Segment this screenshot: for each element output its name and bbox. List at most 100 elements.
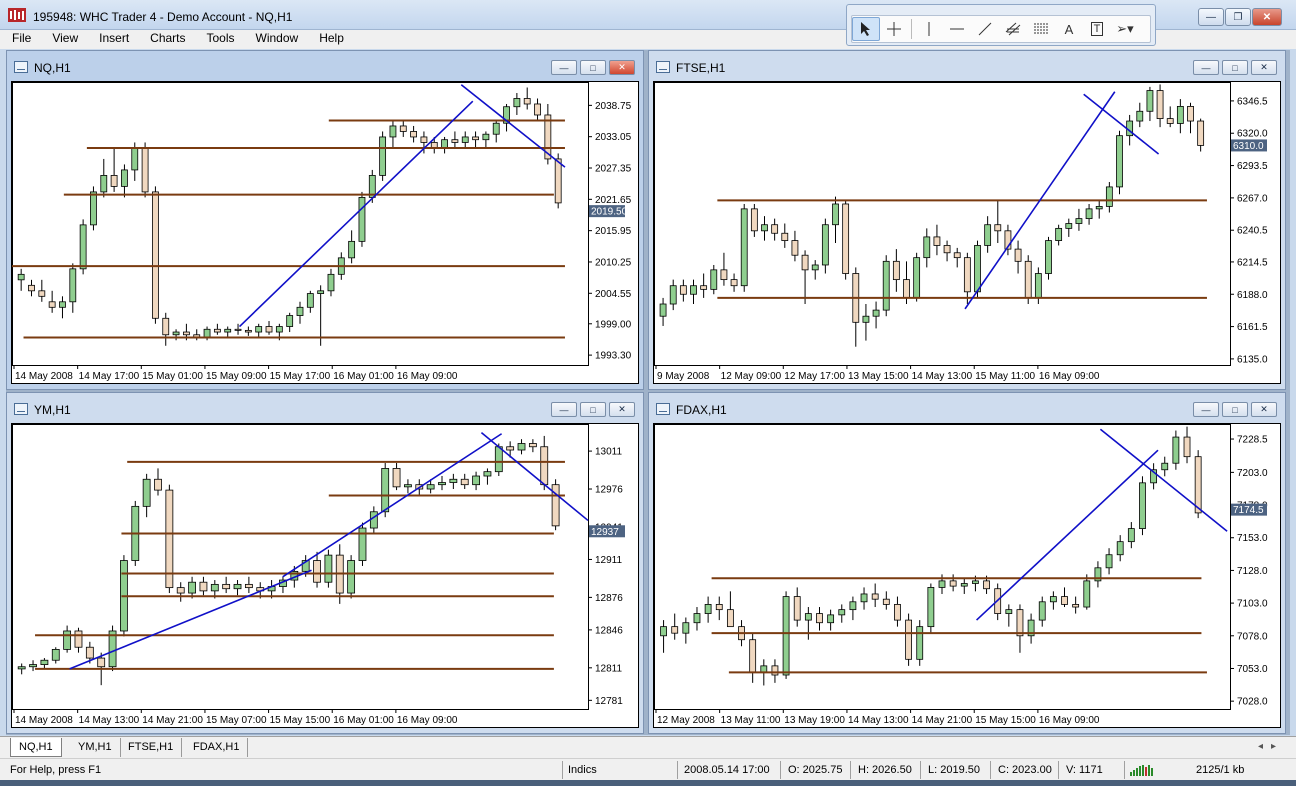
menu-charts[interactable]: Charts — [150, 30, 185, 49]
tab-scroll-arrows[interactable]: ◂▸ — [1258, 741, 1284, 752]
candle — [821, 218, 829, 274]
time-tick-label: 9 May 2008 — [657, 371, 710, 382]
tab-nq-h1[interactable]: NQ,H1 — [10, 738, 62, 757]
menu-help[interactable]: Help — [319, 30, 344, 49]
chart-window-title: NQ,H1 — [34, 61, 71, 75]
chart-window-fdax[interactable]: FDAX,H1—□✕7228.57203.07178.07153.07128.0… — [648, 392, 1286, 734]
candle — [862, 304, 870, 341]
status-divider — [677, 761, 678, 779]
minimize-icon: — — [1201, 404, 1211, 415]
equidistant-channel-tool[interactable] — [999, 17, 1027, 41]
trend-line[interactable] — [1099, 428, 1228, 532]
chart-close-button[interactable]: ✕ — [1251, 402, 1277, 417]
chart-window-titlebar[interactable]: FDAX,H1 — □ ✕ — [649, 393, 1285, 423]
arrows-tool[interactable]: ➢▾ — [1111, 17, 1139, 41]
candle — [1083, 574, 1091, 610]
trend-line[interactable] — [238, 100, 474, 328]
candle — [108, 625, 117, 672]
current-price-label: 7174.5 — [1233, 505, 1264, 516]
menu-insert[interactable]: Insert — [99, 30, 129, 49]
status-bar: For Help, press F1 Indics 2008.05.14 17:… — [0, 758, 1296, 780]
candle — [1146, 86, 1154, 122]
chart-window-controls: — □ ✕ — [551, 60, 635, 75]
text-tool[interactable]: A — [1055, 17, 1083, 41]
menu-view[interactable]: View — [52, 30, 78, 49]
candle — [1161, 456, 1169, 477]
time-tick-label: 16 May 09:00 — [397, 371, 458, 382]
candle — [449, 473, 458, 490]
vertical-line-tool[interactable] — [915, 17, 943, 41]
chart-window-ym[interactable]: YM,H1—□✕13011129761294112911128761284612… — [6, 392, 644, 734]
chart-window-ftse[interactable]: FTSE,H1 — □ ✕ 6346.5 6320.0 6293.5 6267.0 6240.5… — [648, 50, 1286, 390]
candle — [882, 255, 890, 317]
candle — [1061, 587, 1068, 608]
menu-window[interactable]: Window — [256, 30, 299, 49]
time-tick-label: 15 May 07:00 — [206, 715, 267, 726]
chart-window-titlebar[interactable]: YM,H1 — □ ✕ — [7, 393, 643, 423]
chart-tabs: NQ,H1 YM,H1 FTSE,H1 FDAX,H1 ◂▸ — [0, 736, 1296, 758]
cursor-tool[interactable] — [852, 17, 880, 41]
candle — [451, 131, 459, 148]
candle — [1016, 604, 1024, 653]
chart-close-button[interactable]: ✕ — [609, 60, 635, 75]
candle — [994, 200, 1002, 244]
candle — [842, 200, 850, 280]
text-label-tool[interactable]: T — [1083, 17, 1111, 41]
minimize-icon: — — [559, 404, 569, 415]
chart-maximize-button[interactable]: □ — [580, 60, 606, 75]
chart-plot-area[interactable]: 1301112976129411291112876128461281112781… — [11, 423, 639, 728]
chart-window-nq[interactable]: NQ,H1 — □ ✕ 2038.75 2033.05 2027.35 2021.65 2015… — [6, 50, 644, 390]
candle — [74, 627, 83, 653]
candle — [671, 613, 679, 640]
chart-maximize-button[interactable]: □ — [1222, 402, 1248, 417]
status-datetime: 2008.05.14 17:00 — [684, 764, 770, 776]
candle — [69, 263, 77, 313]
tab-fdax-h1[interactable]: FDAX,H1 — [185, 738, 249, 757]
candle — [791, 230, 799, 262]
chart-minimize-button[interactable]: — — [1193, 60, 1219, 75]
chart-plot-area[interactable]: 2038.75 2033.05 2027.35 2021.65 2015.95 2010.… — [11, 81, 639, 384]
chart-minimize-button[interactable]: — — [551, 402, 577, 417]
candle — [358, 191, 366, 247]
chart-window-title: FTSE,H1 — [676, 61, 726, 75]
restore-button[interactable]: ❐ — [1225, 8, 1251, 26]
candle — [193, 329, 201, 341]
horizontal-line-tool[interactable] — [943, 17, 971, 41]
candle — [1136, 102, 1144, 128]
chart-maximize-button[interactable]: □ — [1222, 60, 1248, 75]
chart-close-button[interactable]: ✕ — [609, 402, 635, 417]
chart-maximize-button[interactable]: □ — [580, 402, 606, 417]
candle — [348, 230, 356, 264]
candle — [172, 329, 180, 341]
fibonacci-tool[interactable] — [1027, 17, 1055, 41]
candle — [782, 591, 790, 679]
connection-status-icon[interactable] — [1130, 764, 1156, 776]
chart-plot-area[interactable]: 7228.57203.07178.07153.07128.07103.07078… — [653, 423, 1281, 728]
crosshair-tool[interactable] — [880, 17, 908, 41]
chart-window-titlebar[interactable]: NQ,H1 — □ ✕ — [7, 51, 643, 81]
time-tick-label: 14 May 21:00 — [912, 715, 973, 726]
tab-ym-h1[interactable]: YM,H1 — [70, 738, 121, 757]
time-tick-label: 14 May 2008 — [15, 371, 73, 382]
close-button[interactable]: ✕ — [1252, 8, 1282, 26]
candle — [1156, 84, 1164, 128]
candle — [1085, 203, 1093, 225]
tab-ftse-h1[interactable]: FTSE,H1 — [120, 738, 183, 757]
price-tick-label: 12876 — [595, 593, 623, 604]
menu-file[interactable]: File — [12, 30, 31, 49]
time-tick-label: 13 May 11:00 — [721, 715, 781, 726]
minimize-button[interactable]: — — [1198, 8, 1224, 26]
menu-tools[interactable]: Tools — [207, 30, 235, 49]
chart-plot-area[interactable]: 6346.5 6320.0 6293.5 6267.0 6240.5 6214.5 6188… — [653, 81, 1281, 384]
trendline-tool[interactable] — [971, 17, 999, 41]
candle — [279, 576, 287, 594]
vertical-line-icon — [928, 22, 930, 36]
trend-line[interactable] — [282, 433, 503, 578]
chart-minimize-button[interactable]: — — [551, 60, 577, 75]
candle — [1127, 522, 1135, 549]
chart-window-titlebar[interactable]: FTSE,H1 — □ ✕ — [649, 51, 1285, 81]
status-divider — [850, 761, 851, 779]
chart-close-button[interactable]: ✕ — [1251, 60, 1277, 75]
chart-minimize-button[interactable]: — — [1193, 402, 1219, 417]
price-tick-label: 6346.5 — [1237, 96, 1268, 107]
